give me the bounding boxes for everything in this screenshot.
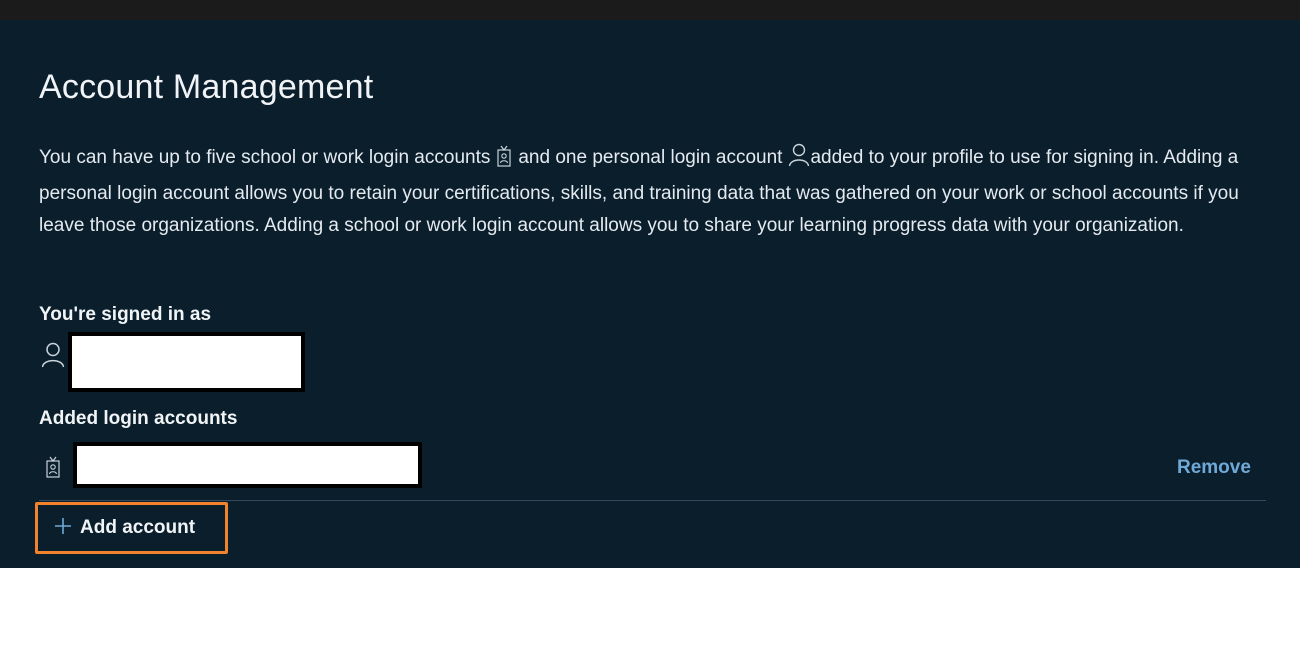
description-part-2: and one personal login account: [518, 147, 783, 168]
redacted-signed-in-account: [68, 332, 305, 392]
divider: [39, 500, 1266, 501]
id-badge-icon: [45, 456, 61, 483]
description-part-1: You can have up to five school or work l…: [39, 147, 491, 168]
id-badge-icon: [496, 145, 512, 178]
signed-in-label: You're signed in as: [39, 304, 212, 325]
description-text: You can have up to five school or work l…: [39, 142, 1279, 242]
redacted-added-account: [73, 442, 422, 488]
top-bar: [0, 0, 1300, 20]
person-icon: [788, 143, 810, 178]
account-management-panel: Account Management You can have up to fi…: [0, 20, 1300, 568]
added-accounts-label: Added login accounts: [39, 408, 238, 429]
page-title: Account Management: [39, 68, 374, 106]
add-account-button[interactable]: Add account: [35, 502, 228, 554]
plus-icon: [54, 517, 72, 540]
add-account-label: Add account: [80, 517, 196, 538]
remove-account-link[interactable]: Remove: [1177, 457, 1251, 479]
person-icon: [41, 342, 65, 373]
